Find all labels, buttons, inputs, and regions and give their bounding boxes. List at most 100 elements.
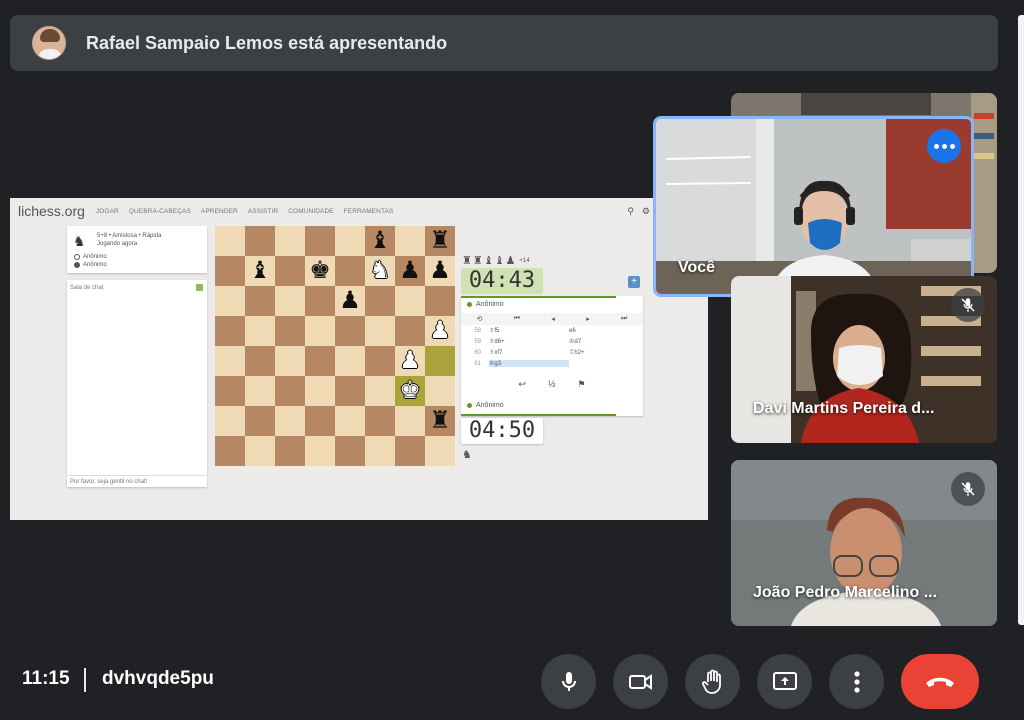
shared-screen: lichess.org JOGAR QUEBRA-CABEÇAS APRENDE… bbox=[10, 198, 708, 520]
move-row: 60 ♗xf7 ♖h2+ bbox=[461, 347, 643, 358]
chess-piece-icon: ♟ bbox=[339, 287, 361, 314]
game-info-box: ♞ 5+8 • Amistosa • Rápida Jogando agora … bbox=[67, 226, 207, 273]
online-dot-icon bbox=[467, 403, 472, 408]
nav-item-ferramentas: FERRAMENTAS bbox=[343, 207, 394, 215]
chess-piece-icon: ♝ bbox=[369, 227, 391, 254]
camera-button[interactable] bbox=[613, 654, 668, 709]
player-top-name: Anônimo bbox=[461, 298, 643, 311]
board-square bbox=[335, 346, 365, 376]
captured-pawn-icon: ♟ bbox=[505, 255, 516, 267]
board-square bbox=[305, 436, 335, 466]
microphone-button[interactable] bbox=[541, 654, 596, 709]
board-square bbox=[275, 406, 305, 436]
tile-name-joao: João Pedro Marcelino ... bbox=[753, 584, 938, 601]
presenter-text: Rafael Sampaio Lemos está apresentando bbox=[86, 32, 448, 53]
board-square bbox=[365, 436, 395, 466]
board-square: ♜ bbox=[425, 406, 455, 436]
participant-tile-joao[interactable]: João Pedro Marcelino ... bbox=[731, 460, 997, 626]
board-square bbox=[305, 406, 335, 436]
phone-hangup-icon bbox=[926, 677, 954, 687]
next-move-icon: ▸ bbox=[586, 316, 590, 323]
draw-offer: ½ bbox=[547, 379, 556, 389]
raise-hand-button[interactable] bbox=[685, 654, 740, 709]
move-white[interactable]: ♔g3 bbox=[489, 360, 569, 367]
board-square: ♚ bbox=[395, 376, 425, 406]
board-square bbox=[215, 316, 245, 346]
board-square bbox=[425, 436, 455, 466]
time-bar-bottom bbox=[461, 414, 616, 416]
rabbit-icon: ♞ bbox=[73, 233, 86, 249]
black-dot-icon bbox=[74, 262, 80, 268]
board-square bbox=[275, 376, 305, 406]
board-square bbox=[215, 286, 245, 316]
chess-piece-icon: ♜ bbox=[429, 407, 451, 434]
player-white-name: Anônimo bbox=[83, 254, 107, 260]
board-square bbox=[305, 316, 335, 346]
end-call-button[interactable] bbox=[901, 654, 979, 709]
board-square bbox=[395, 286, 425, 316]
board-square bbox=[305, 376, 335, 406]
clock-top: 04:43 bbox=[461, 268, 543, 294]
move-row: 58 ♗f5 e6 bbox=[461, 325, 643, 336]
board-square bbox=[275, 316, 305, 346]
resign-flag-icon: ⚑ bbox=[577, 379, 586, 389]
knight-icon: ♞ bbox=[462, 449, 472, 461]
move-white[interactable]: ♗f5 bbox=[489, 327, 569, 334]
board-square bbox=[215, 406, 245, 436]
board-square bbox=[275, 346, 305, 376]
game-status: Jogando agora bbox=[97, 241, 138, 247]
board-square bbox=[215, 226, 245, 256]
move-rows: 58 ♗f5 e6 59 ♗d6+ ♔d7 60 ♗xf7 ♖h2+ 61 ♔g3 bbox=[461, 325, 643, 369]
board-square bbox=[395, 226, 425, 256]
meet-window: Rafael Sampaio Lemos está apresentando l… bbox=[0, 0, 1024, 720]
mic-off-icon bbox=[951, 472, 985, 506]
move-white[interactable]: ♗xf7 bbox=[489, 349, 569, 356]
board-square bbox=[365, 316, 395, 346]
board-square bbox=[425, 286, 455, 316]
clock-bottom: 04:50 bbox=[461, 418, 543, 444]
move-white[interactable]: ♗d6+ bbox=[489, 338, 569, 345]
prev-move-icon: ◂ bbox=[551, 316, 555, 323]
lichess-header-icons: ⚲ ⚙ bbox=[627, 206, 650, 217]
move-number: 58 bbox=[474, 327, 481, 334]
player-black-name: Anônimo bbox=[83, 262, 107, 268]
move-row: 61 ♔g3 bbox=[461, 358, 643, 369]
more-options-menu-button[interactable] bbox=[829, 654, 884, 709]
participant-tile-self[interactable]: Você bbox=[653, 116, 974, 297]
board-square bbox=[335, 256, 365, 286]
board-square: ♟ bbox=[395, 346, 425, 376]
divider bbox=[84, 668, 86, 692]
chat-box: Sala de chat Por favor, seja gentil no c… bbox=[67, 280, 207, 487]
board-square bbox=[365, 286, 395, 316]
chess-board: ♝ ♜ ♝ ♚ ♞ ♟ ♟ ♟ ♟ ♟ ♚ ♜ bbox=[215, 226, 455, 466]
move-black[interactable]: ♔d7 bbox=[569, 338, 639, 345]
board-square bbox=[215, 346, 245, 376]
move-number: 59 bbox=[474, 338, 481, 345]
captured-bishop-icon: ♝ bbox=[494, 255, 505, 267]
present-icon bbox=[772, 671, 797, 690]
move-black[interactable]: e6 bbox=[569, 328, 639, 334]
white-dot-icon bbox=[74, 254, 80, 260]
chat-toggle bbox=[196, 284, 203, 291]
player-white: Anônimo bbox=[74, 254, 107, 260]
board-square bbox=[305, 346, 335, 376]
tile-name-self: Você bbox=[678, 259, 716, 276]
move-black[interactable]: ♖h2+ bbox=[569, 349, 639, 356]
board-square bbox=[335, 406, 365, 436]
more-vert-icon bbox=[853, 670, 860, 693]
online-dot-icon bbox=[467, 302, 472, 307]
more-options-button[interactable] bbox=[927, 129, 961, 163]
board-square bbox=[395, 436, 425, 466]
board-square bbox=[275, 226, 305, 256]
chess-piece-icon: ♟ bbox=[429, 257, 451, 284]
participant-tile-davi[interactable]: Davi Martins Pereira d... bbox=[731, 276, 997, 443]
tile-name-davi: Davi Martins Pereira d... bbox=[753, 400, 935, 417]
hand-icon bbox=[701, 669, 721, 694]
board-square: ♚ bbox=[305, 256, 335, 286]
board-square: ♟ bbox=[395, 256, 425, 286]
board-square bbox=[245, 316, 275, 346]
player-bottom-label: Anônimo bbox=[476, 402, 504, 409]
player-bottom-name: Anônimo bbox=[461, 402, 504, 409]
presenter-banner: Rafael Sampaio Lemos está apresentando bbox=[10, 15, 998, 71]
present-screen-button[interactable] bbox=[757, 654, 812, 709]
